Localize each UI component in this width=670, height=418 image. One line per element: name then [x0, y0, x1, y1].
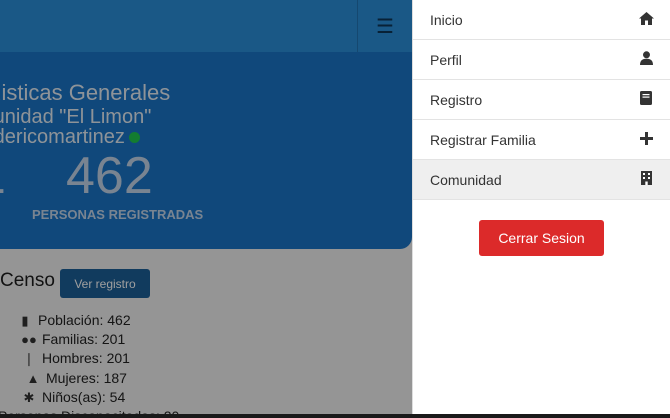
users-icon: ●● [21, 332, 37, 347]
plus-icon [638, 131, 654, 148]
list-item: ▲ Mujeres: 187 [24, 370, 127, 386]
home-icon [638, 11, 654, 28]
menu-toggle-button[interactable]: ☰ [357, 0, 412, 52]
drawer-item-comunidad[interactable]: Comunidad [413, 160, 670, 200]
hero-title: adisticas Generales [0, 80, 171, 105]
list-item: ✱ Niños(as): 54 [20, 389, 126, 406]
bottom-divider [0, 414, 670, 418]
female-icon: ▲ [26, 371, 40, 386]
drawer-item-label: Registro [430, 91, 483, 108]
book-icon [638, 91, 654, 108]
drawer-item-perfil[interactable]: Perfil [413, 40, 670, 80]
censo-heading: Censo [0, 270, 55, 291]
building-icon [638, 171, 654, 188]
hamburger-icon: ☰ [376, 15, 394, 38]
child-icon: ✱ [23, 390, 35, 405]
stat-label: PERSONAS REGISTRADAS [32, 207, 204, 222]
book-icon: ▮ [21, 313, 29, 328]
community-name: munidad "El Limon" [0, 106, 152, 128]
top-navbar: ☰ [0, 0, 412, 52]
online-status-icon [128, 132, 140, 144]
logout-button[interactable]: Cerrar Sesion [479, 220, 604, 256]
drawer-item-label: Registrar Familia [430, 131, 536, 148]
list-item: ▮ Población: 462 [16, 312, 130, 329]
drawer-item-label: Perfil [430, 51, 462, 68]
drawer-item-label: Inicio [430, 11, 463, 28]
stat-value: 462 [66, 147, 153, 205]
side-drawer: Inicio Perfil Registro Registrar Familia… [412, 0, 670, 418]
username-text: federicomartinez [0, 126, 125, 148]
username: federicomartinez [0, 126, 140, 148]
male-icon: ❘ [23, 351, 35, 366]
main-page: ☰ adisticas Generales munidad "El Limon"… [0, 0, 412, 418]
ver-registro-button[interactable]: Ver registro [60, 269, 150, 298]
stats-hero: adisticas Generales munidad "El Limon" f… [0, 52, 412, 249]
drawer-item-registrar-familia[interactable]: Registrar Familia [413, 120, 670, 160]
list-item: ●● Familias: 201 [21, 331, 126, 347]
drawer-item-registro[interactable]: Registro [413, 80, 670, 120]
user-icon [638, 51, 654, 68]
drawer-item-label: Comunidad [430, 171, 502, 188]
drawer-item-inicio[interactable]: Inicio [413, 0, 670, 40]
stat-value: 1 [0, 146, 6, 206]
list-item: ❘ Hombres: 201 [20, 350, 130, 367]
